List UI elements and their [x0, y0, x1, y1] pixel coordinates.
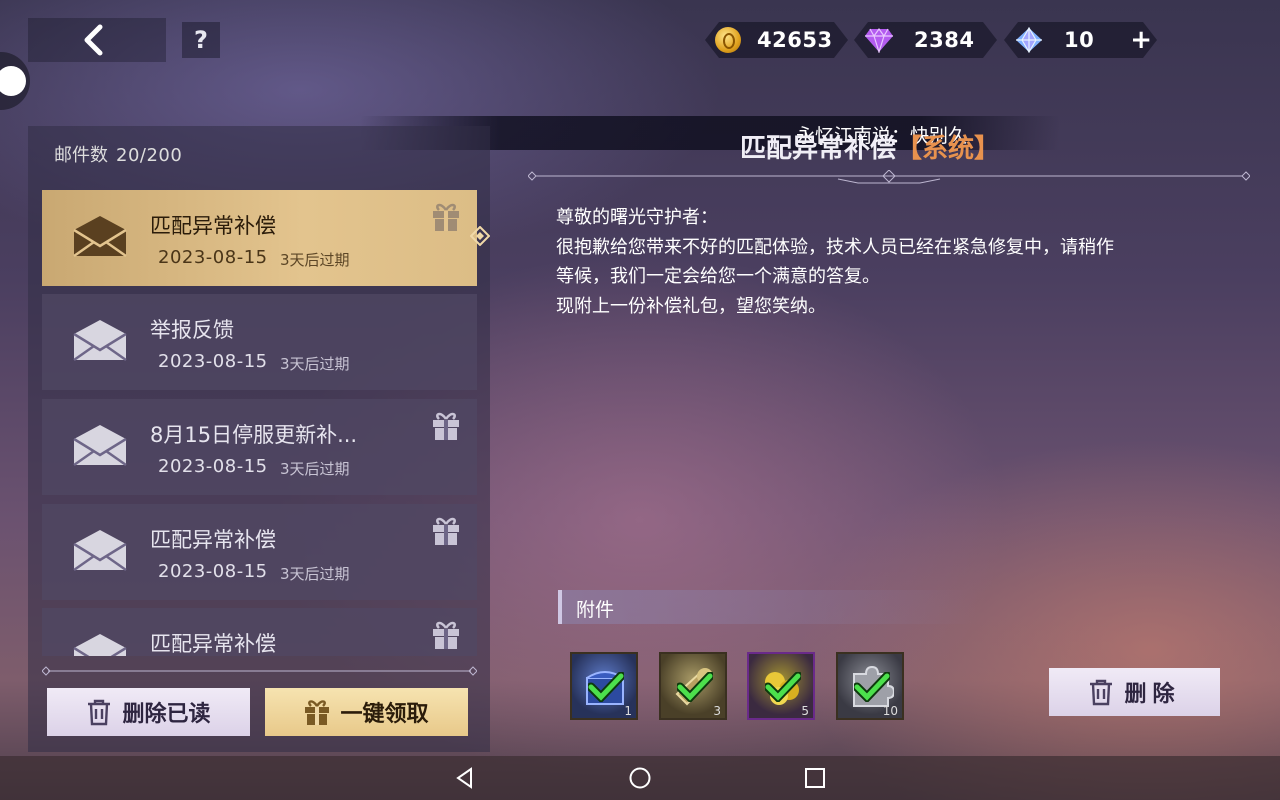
check-icon [588, 672, 624, 702]
toggle-dot [0, 66, 26, 96]
detail-tag: 【系统】 [896, 134, 1001, 164]
claim-all-label: 一键领取 [340, 702, 429, 727]
envelope-open-icon [73, 216, 127, 258]
mail-title: 举报反馈 [150, 318, 234, 342]
nav-back-icon[interactable] [453, 766, 477, 790]
blue-crystal-icon [1014, 27, 1044, 53]
envelope-open-icon [73, 320, 127, 362]
delete-label: 删除 [1124, 682, 1181, 707]
delete-button[interactable]: 删除 [1049, 668, 1220, 716]
mail-item[interactable]: 举报反馈 2023-08-15 3天后过期 [42, 294, 477, 390]
claim-all-button[interactable]: 一键领取 [265, 688, 468, 736]
mail-date: 2023-08-15 [158, 561, 268, 582]
attachment-item[interactable]: 1 [570, 652, 638, 720]
purple-diamond-icon [864, 27, 894, 53]
attachment-qty: 5 [801, 704, 809, 718]
mail-expire: 3天后过期 [280, 565, 350, 583]
attachment-qty: 1 [624, 704, 632, 718]
delete-read-label: 删除已读 [122, 702, 211, 727]
envelope-open-icon [73, 425, 127, 467]
mail-title: 匹配异常补偿 [150, 528, 276, 552]
gift-icon [433, 621, 459, 649]
chevron-left-icon [84, 24, 103, 56]
attachment-qty: 10 [882, 704, 898, 718]
mail-title: 匹配异常补偿 [150, 632, 276, 656]
mail-item[interactable]: 匹配异常补偿 2023-08-15 3天后过期 [42, 504, 477, 600]
mail-title: 匹配异常补偿 [150, 214, 276, 238]
mail-title: 8月15日停服更新补... [150, 423, 358, 447]
mail-greeting: 尊敬的曙光守护者： [556, 207, 718, 228]
mail-date: 2023-08-15 [158, 456, 268, 477]
mail-line: 很抱歉给您带来不好的匹配体验，技术人员已经在紧急修复中，请稍作 [556, 236, 1114, 258]
mail-body: 尊敬的曙光守护者： 很抱歉给您带来不好的匹配体验，技术人员已经在紧急修复中，请稍… [556, 203, 1236, 321]
mail-date: 2023-08-15 [158, 351, 268, 372]
list-divider [42, 666, 477, 676]
delete-read-button[interactable]: 删除已读 [47, 688, 250, 736]
help-button[interactable]: ? [182, 22, 220, 58]
attachment-item[interactable]: 5 [747, 652, 815, 720]
attachment-qty: 3 [713, 704, 721, 718]
detail-divider [528, 170, 1250, 184]
attachments-label: 附件 [576, 599, 615, 621]
add-crystal-button[interactable]: + [1130, 25, 1152, 55]
gold-value: 42653 [757, 28, 833, 52]
gift-icon [433, 517, 459, 545]
mail-list[interactable]: 匹配异常补偿 2023-08-15 3天后过期 举报反馈 2023-08-15 … [42, 190, 477, 656]
gold-coin-icon [715, 27, 741, 53]
envelope-open-icon [73, 530, 127, 572]
crystal-currency: 10 + [1004, 22, 1157, 58]
selection-marker-icon [470, 226, 490, 246]
nav-recents-icon[interactable] [803, 766, 827, 790]
side-toggle[interactable] [0, 52, 30, 110]
mail-item-selected[interactable]: 匹配异常补偿 2023-08-15 3天后过期 [42, 190, 477, 286]
mail-count-value: 20/200 [116, 145, 183, 166]
system-nav-bar [0, 756, 1280, 800]
trash-icon [88, 699, 111, 726]
attachments-header: 附件 [558, 590, 978, 624]
check-icon [765, 672, 801, 702]
gift-icon [305, 700, 330, 725]
back-button[interactable] [28, 18, 166, 62]
mail-detail-title: 匹配异常补偿【系统】 [740, 128, 1000, 165]
crystal-value: 10 [1064, 28, 1095, 52]
check-icon [677, 672, 713, 702]
mail-count: 邮件数 20/200 [54, 141, 182, 167]
mail-line: 现附上一份补偿礼包，望您笑纳。 [556, 295, 826, 317]
attachment-item[interactable]: 3 [659, 652, 727, 720]
envelope-open-icon [73, 634, 127, 656]
attachment-item[interactable]: 10 [836, 652, 904, 720]
gold-currency: 42653 [705, 22, 848, 58]
mail-count-label: 邮件数 [54, 145, 108, 166]
mail-item[interactable]: 匹配异常补偿 [42, 608, 477, 656]
mail-line: 等候，我们一定会给您一个满意的答复。 [556, 266, 880, 287]
diamond-value: 2384 [914, 28, 975, 52]
gift-icon [433, 412, 459, 440]
mail-date: 2023-08-15 [158, 247, 268, 268]
trash-icon [1090, 679, 1113, 706]
mail-item[interactable]: 8月15日停服更新补... 2023-08-15 3天后过期 [42, 399, 477, 495]
detail-title-text: 匹配异常补偿 [740, 134, 897, 164]
gift-icon [433, 203, 459, 231]
diamond-currency: 2384 [854, 22, 997, 58]
mail-expire: 3天后过期 [280, 355, 350, 373]
mail-expire: 3天后过期 [280, 251, 350, 269]
nav-home-icon[interactable] [628, 766, 652, 790]
check-icon [854, 672, 890, 702]
mail-expire: 3天后过期 [280, 460, 350, 478]
